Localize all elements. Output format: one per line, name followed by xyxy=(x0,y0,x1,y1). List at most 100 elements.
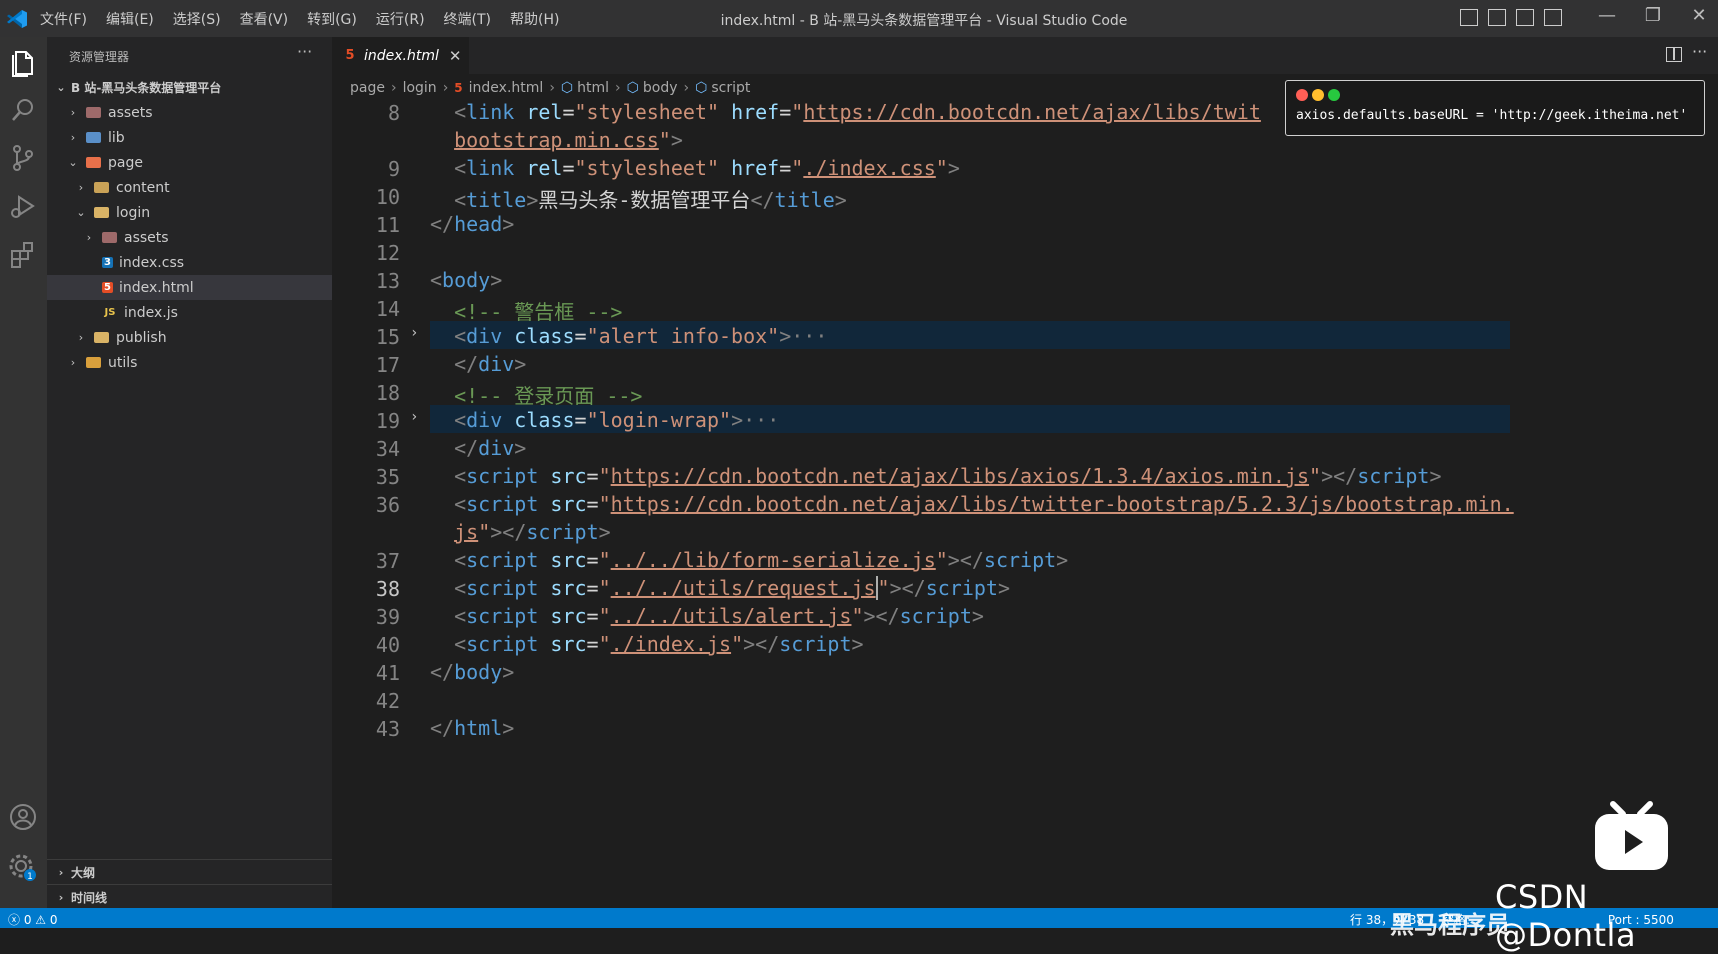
code-line: 17 </div> xyxy=(332,349,1718,379)
menu-selection[interactable]: 选择(S) xyxy=(173,9,221,29)
tree-item-label: publish xyxy=(116,329,167,346)
menu-view[interactable]: 查看(V) xyxy=(240,9,289,29)
js-file-icon: JS xyxy=(104,307,116,318)
line-text: </body> xyxy=(430,660,515,684)
script-url[interactable]: ../../utils/alert.js xyxy=(611,604,852,628)
folded-ellipsis[interactable]: ··· xyxy=(791,324,827,348)
breadcrumb-item[interactable]: page xyxy=(350,80,385,96)
tree-item-page[interactable]: ⌄ page xyxy=(47,150,352,175)
toggle-secondary-sidebar-icon[interactable] xyxy=(1516,9,1534,26)
outline-label: 大纲 xyxy=(71,865,96,880)
line-number: 19 xyxy=(375,409,400,433)
breadcrumb-item[interactable]: body xyxy=(643,80,678,96)
line-text: <script src="https://cdn.bootcdn.net/aja… xyxy=(430,492,1514,516)
code-line: 9 <link rel="stylesheet" href="./index.c… xyxy=(332,153,1718,183)
timeline-section[interactable]: › 时间线 xyxy=(47,884,332,909)
html-file-icon: 5 xyxy=(345,48,355,63)
customize-layout-icon[interactable] xyxy=(1544,9,1562,26)
line-text: <body> xyxy=(430,268,503,292)
line-text: </head> xyxy=(430,212,515,236)
minimize-button[interactable]: — xyxy=(1584,5,1630,26)
menu-run[interactable]: 运行(R) xyxy=(376,9,425,29)
chevron-right-icon: › xyxy=(70,106,76,119)
tree-item-assets[interactable]: › assets xyxy=(47,100,352,125)
chevron-right-icon[interactable]: › xyxy=(410,325,418,341)
line-number: 43 xyxy=(375,717,400,741)
script-url[interactable]: https://cdn.bootcdn.net/ajax/libs/axios/… xyxy=(611,464,1309,488)
outline-section[interactable]: › 大纲 xyxy=(47,859,332,884)
red-dot-icon xyxy=(1296,89,1308,101)
tree-item-utils[interactable]: › utils xyxy=(47,350,352,375)
tab-label: index.html xyxy=(364,47,439,64)
editor-more-icon[interactable]: ··· xyxy=(1692,42,1707,61)
source-control-icon[interactable] xyxy=(6,141,40,175)
tree-item-label: page xyxy=(108,154,143,171)
line-number: 41 xyxy=(375,661,400,685)
folded-ellipsis[interactable]: ··· xyxy=(743,408,779,432)
code-line: 37 <script src="../../lib/form-serialize… xyxy=(332,545,1718,575)
toggle-panel-icon[interactable] xyxy=(1488,9,1506,26)
vscode-logo-icon xyxy=(7,10,27,28)
script-url[interactable]: js xyxy=(454,520,478,544)
code-line: 18 <!-- 登录页面 --> xyxy=(332,377,1718,408)
link-url[interactable]: https://cdn.bootcdn.net/ajax/libs/twit xyxy=(803,100,1261,124)
script-url[interactable]: ./index.js xyxy=(611,632,731,656)
tree-item-lib[interactable]: › lib xyxy=(47,125,352,150)
tree-item-index-css[interactable]: 3 index.css xyxy=(47,250,380,275)
script-url[interactable]: ../../lib/form-serialize.js xyxy=(611,548,936,572)
menu-terminal[interactable]: 终端(T) xyxy=(444,9,491,29)
folder-utils-icon xyxy=(86,357,101,368)
toggle-sidebar-icon[interactable] xyxy=(1460,9,1478,26)
code-line: 34 </div> xyxy=(332,433,1718,463)
link-url[interactable]: bootstrap.min.css xyxy=(454,128,659,152)
extensions-icon[interactable] xyxy=(6,237,40,271)
channel-watermark: 黑马程序员 xyxy=(1390,911,1510,939)
code-line: 19 › <div class="login-wrap">··· xyxy=(332,405,1718,435)
tree-item-login-assets[interactable]: › assets xyxy=(47,225,368,250)
line-number: 10 xyxy=(375,185,400,209)
search-icon[interactable] xyxy=(6,93,40,127)
line-number: 38 xyxy=(375,577,400,601)
chevron-right-icon[interactable]: › xyxy=(410,409,418,425)
menu-go[interactable]: 转到(G) xyxy=(307,9,357,29)
split-editor-icon[interactable] xyxy=(1666,47,1682,62)
breadcrumb-item[interactable]: index.html xyxy=(469,80,544,96)
script-url[interactable]: https://cdn.bootcdn.net/ajax/libs/twitte… xyxy=(611,492,1514,516)
breadcrumb: page › login › 5 index.html › ⬡ html › ⬡ bod… xyxy=(350,77,750,99)
breadcrumb-item[interactable]: html xyxy=(577,80,609,96)
tree-item-login[interactable]: ⌄ login xyxy=(47,200,360,225)
menu-edit[interactable]: 编辑(E) xyxy=(106,9,154,29)
explorer-more-icon[interactable]: ··· xyxy=(297,42,312,61)
menu-file[interactable]: 文件(F) xyxy=(40,9,87,29)
close-tab-icon[interactable]: ✕ xyxy=(449,47,462,65)
chevron-down-icon: ⌄ xyxy=(68,156,78,169)
tab-bar: 5 index.html ✕ ··· xyxy=(332,37,1718,74)
line-text: <link rel="stylesheet" href="https://cdn… xyxy=(430,100,1261,124)
manage-gear-icon[interactable]: 1 xyxy=(6,851,40,885)
tree-item-index-html[interactable]: 5 index.html xyxy=(47,275,380,300)
tab-index-html[interactable]: 5 index.html ✕ xyxy=(332,37,469,74)
chevron-right-icon: › xyxy=(78,181,84,194)
tree-item-index-js[interactable]: JS index.js xyxy=(47,300,380,325)
breadcrumb-item[interactable]: script xyxy=(711,80,750,96)
menu-help[interactable]: 帮助(H) xyxy=(510,9,559,29)
explorer-icon[interactable] xyxy=(6,45,40,79)
title-bar: 文件(F) 编辑(E) 选择(S) 查看(V) 转到(G) 运行(R) 终端(T… xyxy=(0,0,1718,38)
problems-indicator[interactable]: ⓧ 0 ⚠ 0 xyxy=(8,911,57,928)
line-text: <link rel="stylesheet" href="./index.css… xyxy=(430,156,960,180)
chevron-down-icon: ⌄ xyxy=(76,206,86,219)
link-url[interactable]: ./index.css xyxy=(803,156,935,180)
workspace-root[interactable]: ⌄ B 站-黑马头条数据管理平台 xyxy=(47,75,340,100)
run-debug-icon[interactable] xyxy=(6,189,40,223)
tree-item-publish[interactable]: › publish xyxy=(47,325,360,350)
close-window-button[interactable]: ✕ xyxy=(1676,5,1718,26)
window-dots xyxy=(1296,89,1340,101)
tree-item-content[interactable]: › content xyxy=(47,175,360,200)
account-icon[interactable] xyxy=(6,800,40,834)
script-url[interactable]: ../../utils/request.js xyxy=(611,576,876,600)
code-line: 14 <!-- 警告框 --> xyxy=(332,293,1718,324)
line-text: <script src="../../utils/alert.js"></scr… xyxy=(430,604,984,628)
breadcrumb-item[interactable]: login xyxy=(403,80,437,96)
code-line: 13 <body> xyxy=(332,265,1718,295)
restore-button[interactable]: ❐ xyxy=(1630,5,1676,26)
